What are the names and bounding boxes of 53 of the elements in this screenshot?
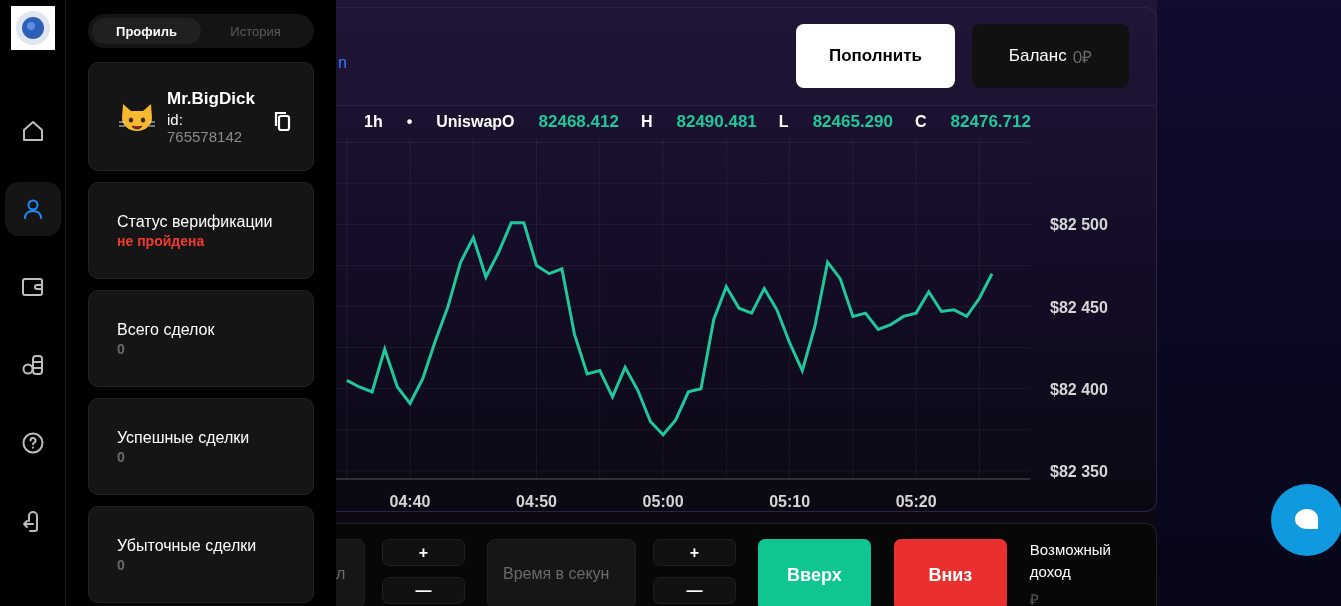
balance-label: Баланс [1008,46,1067,67]
plus-button[interactable]: + [382,539,465,566]
price-tick-label: $82 450 [1050,298,1108,316]
logo-icon [10,6,55,50]
source-label: Uniswap [436,113,503,132]
ohlc-value: 82490.481 [676,112,757,133]
ohlc-value: 82468.412 [538,112,619,133]
ohlc-label: H [640,113,653,132]
copy-icon [273,109,291,132]
balance-value: 0₽ [1072,46,1093,68]
time-tick-label: 04:40 [389,493,431,510]
ohlc-value: 82465.290 [812,112,893,133]
minus-button[interactable]: — [652,577,736,604]
stat-label: Всего сделок [117,320,216,339]
time-tick-label: 05:10 [769,493,811,510]
price-tick-label: $82 400 [1050,380,1108,398]
time-tick-label: 04:50 [516,493,557,510]
separator-dot: • [406,113,413,132]
stat-value: 0 [117,556,126,573]
income-label: Возможный доход [1029,540,1112,582]
ohlc-label: C [915,113,927,132]
link[interactable]: n [338,54,347,73]
stat-label: Успешные сделки [117,428,251,447]
user-id: 765578142 [167,127,244,145]
plus-button[interactable]: + [652,539,736,566]
down-button[interactable]: Вниз [893,539,1007,606]
stat-label: Убыточные сделки [117,536,258,555]
price-tick-label: $82 350 [1050,462,1108,480]
ohlc-value: 82476.712 [950,112,1031,133]
help-icon [20,431,45,455]
nav-button[interactable] [4,182,61,236]
minus-button[interactable]: — [382,577,465,604]
interval-label: 1h [364,113,383,132]
deposit-button[interactable]: Пополнить [796,24,955,89]
username: Mr.BigDick [167,88,256,109]
id-label: id: [167,110,184,128]
stat-value: 0 [117,340,126,357]
stat-label: Статус верификации [117,212,274,231]
ohlc-label: L [778,113,789,132]
input-field[interactable]: Время в секун [486,539,636,606]
coins-icon [20,353,45,377]
time-tick-label: 05:00 [642,493,684,510]
wallet-icon [20,275,45,299]
price-tick-label: $82 500 [1050,216,1108,234]
time-tick-label: 05:20 [895,493,937,510]
home-icon [20,119,45,143]
input-field[interactable]: л [336,539,365,606]
stat-value: не пройдена [117,232,206,249]
ohlc-label: O [502,113,515,132]
chat-icon [1294,508,1320,532]
income-value: ₽ [1029,590,1040,606]
tab[interactable]: Профиль [92,18,201,44]
stat-value: 0 [117,448,126,465]
